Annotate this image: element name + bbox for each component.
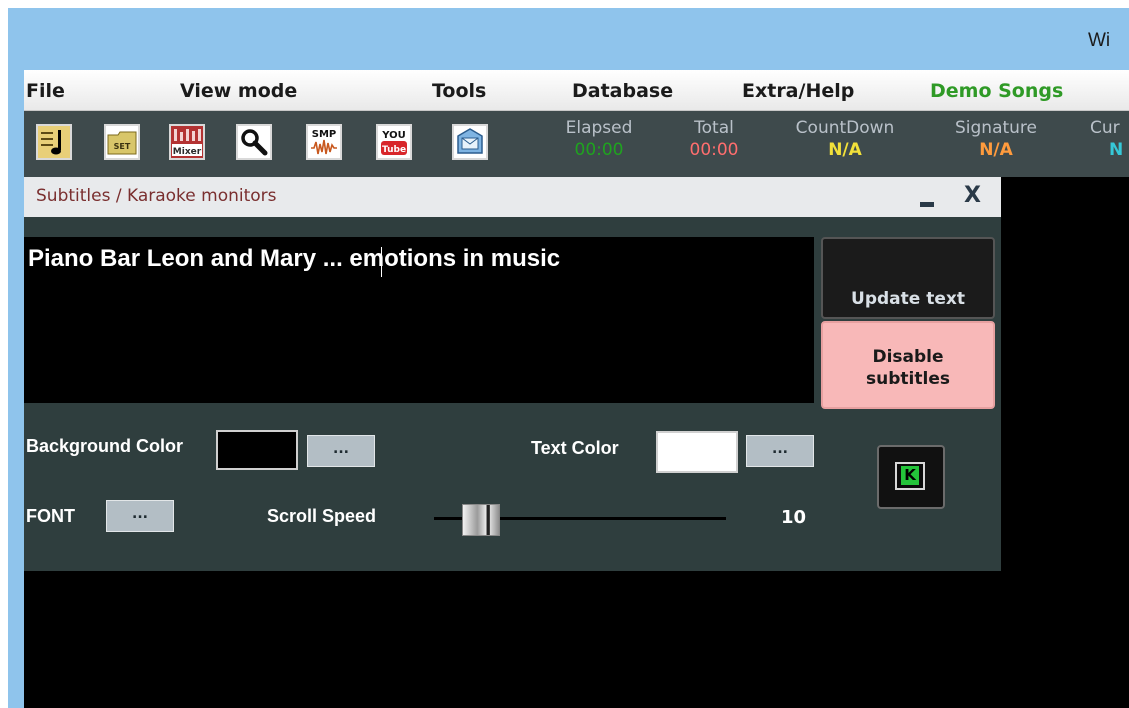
elapsed-value: 00:00 xyxy=(574,140,624,160)
smp-icon-text: SMP xyxy=(312,129,336,140)
set-icon: SET xyxy=(106,126,138,158)
panel-title: Subtitles / Karaoke monitors xyxy=(36,186,277,206)
signature-stat: Signature N/A xyxy=(936,118,1056,160)
set-button[interactable]: SET xyxy=(104,124,140,160)
text-caret xyxy=(381,247,382,277)
karaoke-monitor-button[interactable]: K xyxy=(877,445,945,509)
toolbar: SET Mixer SMP YOU Tube Elapsed 00:00 Tot… xyxy=(24,111,1129,177)
search-button[interactable] xyxy=(236,124,272,160)
signature-value: N/A xyxy=(979,140,1013,160)
monitor-button[interactable] xyxy=(452,124,488,160)
total-value: 00:00 xyxy=(689,140,739,160)
background-color-swatch[interactable] xyxy=(216,430,298,470)
youtube-button[interactable]: YOU Tube xyxy=(376,124,412,160)
countdown-value: N/A xyxy=(828,140,862,160)
monitor-icon xyxy=(454,126,486,158)
menu-demo-songs[interactable]: Demo Songs xyxy=(930,80,1063,102)
song-sheet-icon xyxy=(38,126,70,158)
youtube-icon-text-top: YOU xyxy=(381,130,406,141)
window-title: Wi xyxy=(1088,30,1111,51)
update-text-label: Update text xyxy=(851,289,965,309)
scroll-speed-value: 10 xyxy=(781,507,807,528)
total-label: Total xyxy=(694,118,734,138)
disable-subtitles-button[interactable]: Disable subtitles xyxy=(821,321,995,409)
font-picker-button[interactable]: ... xyxy=(106,500,174,532)
elapsed-stat: Elapsed 00:00 xyxy=(554,118,644,160)
search-icon xyxy=(238,126,270,158)
youtube-icon: YOU Tube xyxy=(378,126,410,158)
text-color-picker-button[interactable]: ... xyxy=(746,435,814,467)
text-color-label: Text Color xyxy=(531,438,619,458)
mixer-button[interactable]: Mixer xyxy=(169,124,205,160)
countdown-label: CountDown xyxy=(795,118,895,138)
disable-label-line2: subtitles xyxy=(866,369,950,389)
countdown-stat: CountDown N/A xyxy=(775,118,915,160)
minimize-button[interactable] xyxy=(920,202,934,207)
disable-subtitles-label: Disable subtitles xyxy=(823,346,993,390)
current-value: N xyxy=(1109,140,1124,160)
title-bar[interactable]: Wi xyxy=(8,8,1129,70)
background-color-label: Background Color xyxy=(26,436,184,456)
mixer-icon-text: Mixer xyxy=(173,147,202,157)
scroll-speed-slider-thumb[interactable] xyxy=(461,504,500,536)
smp-icon: SMP xyxy=(308,126,340,158)
menu-tools[interactable]: Tools xyxy=(432,80,486,102)
karaoke-monitor-icon: K xyxy=(895,462,925,490)
panel-title-bar[interactable]: Subtitles / Karaoke monitors X xyxy=(24,177,1001,217)
update-text-button[interactable]: Update text xyxy=(821,237,995,319)
application-window: Wi File View mode Tools Database Extra/H… xyxy=(8,8,1129,708)
karaoke-k-glyph: K xyxy=(901,466,919,485)
elapsed-label: Elapsed xyxy=(565,118,633,138)
menu-extra-help[interactable]: Extra/Help xyxy=(742,80,854,102)
current-stat: Cur N xyxy=(1090,118,1129,160)
signature-label: Signature xyxy=(954,118,1037,138)
menu-file[interactable]: File xyxy=(26,80,65,102)
smp-button[interactable]: SMP xyxy=(306,124,342,160)
scroll-speed-label: Scroll Speed xyxy=(267,506,377,526)
current-label: Cur xyxy=(1090,118,1120,138)
menu-view-mode[interactable]: View mode xyxy=(180,80,297,102)
background-color-picker-button[interactable]: ... xyxy=(307,435,375,467)
total-stat: Total 00:00 xyxy=(674,118,754,160)
disable-label-line1: Disable xyxy=(872,347,944,367)
font-label: FONT xyxy=(26,506,75,526)
subtitle-text: Piano Bar Leon and Mary ... emotions in … xyxy=(28,245,561,272)
subtitles-panel: Subtitles / Karaoke monitors X Piano Bar… xyxy=(24,177,1001,571)
close-button[interactable]: X xyxy=(964,183,981,208)
youtube-icon-text-bottom: Tube xyxy=(382,145,406,155)
menu-bar: File View mode Tools Database Extra/Help… xyxy=(24,70,1129,111)
text-color-swatch[interactable] xyxy=(656,431,738,473)
menu-database[interactable]: Database xyxy=(572,80,673,102)
song-sheet-button[interactable] xyxy=(36,124,72,160)
set-icon-text: SET xyxy=(114,142,131,151)
client-area: File View mode Tools Database Extra/Help… xyxy=(24,70,1129,708)
mixer-icon: Mixer xyxy=(171,126,203,158)
subtitle-text-input[interactable]: Piano Bar Leon and Mary ... emotions in … xyxy=(24,237,814,403)
